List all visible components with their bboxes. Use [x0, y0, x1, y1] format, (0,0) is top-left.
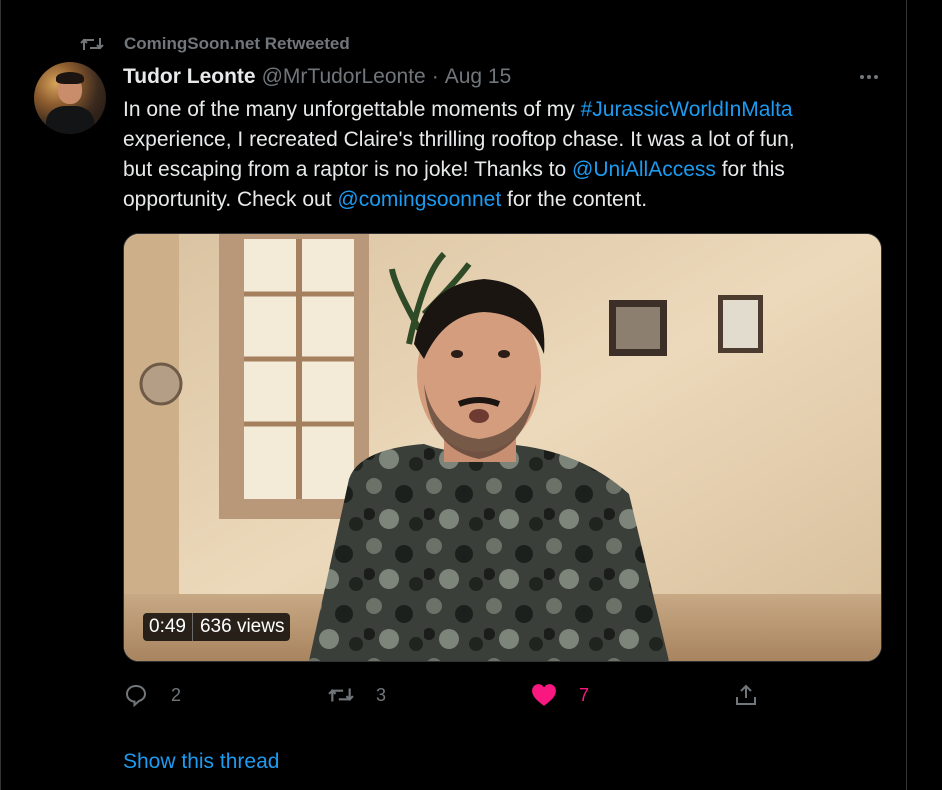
tweet-actions: 2 3 7	[123, 680, 773, 710]
retweet-button[interactable]: 3	[328, 680, 386, 710]
avatar-hair-shape	[56, 72, 84, 84]
tweet-header: Tudor Leonte @MrTudorLeonte · Aug 15	[123, 63, 511, 91]
tweet-text-segment: but escaping from a raptor is no joke! T…	[123, 158, 573, 181]
tweet-text-line: In one of the many unforgettable moments…	[123, 95, 883, 125]
tweet-text-line: experience, I recreated Claire's thrilli…	[123, 125, 883, 155]
reply-icon	[123, 682, 149, 708]
more-options-button[interactable]	[852, 64, 886, 90]
tweet-text-segment: In one of the many unforgettable moments…	[123, 98, 581, 121]
like-count: 7	[579, 684, 590, 705]
share-button[interactable]	[733, 680, 759, 710]
tweet-text-segment: for the content.	[501, 188, 648, 211]
author-handle[interactable]: @MrTudorLeonte	[262, 65, 426, 89]
header-separator: ·	[431, 65, 439, 88]
tweet-text: In one of the many unforgettable moments…	[123, 95, 883, 215]
retweet-context[interactable]: ComingSoon.net Retweeted	[80, 33, 350, 55]
heart-icon	[531, 682, 557, 708]
like-button[interactable]: 7	[531, 680, 589, 710]
video-stats-badge: 0:49 636 views	[143, 613, 291, 641]
more-dot-icon	[874, 75, 878, 79]
author-display-name[interactable]: Tudor Leonte	[123, 65, 256, 89]
more-dot-icon	[860, 75, 864, 79]
retweeted-by-label[interactable]: ComingSoon.net Retweeted	[124, 34, 350, 54]
share-icon	[733, 682, 759, 708]
hashtag-link[interactable]: #JurassicWorldInMalta	[581, 98, 793, 121]
retweet-count: 3	[376, 684, 387, 705]
avatar[interactable]	[34, 62, 106, 134]
video-player[interactable]	[123, 233, 882, 662]
mention-link[interactable]: @UniAllAccess	[572, 158, 716, 181]
video-views: 636 views	[199, 616, 285, 637]
tweet-text-segment: experience, I recreated Claire's thrilli…	[123, 128, 795, 151]
reply-button[interactable]: 2	[123, 680, 181, 710]
video-duration: 0:49	[149, 616, 186, 637]
tweet-text-segment: for this	[715, 158, 785, 181]
retweet-icon	[80, 33, 104, 55]
timeline-left-border	[0, 0, 1, 790]
show-thread-link[interactable]: Show this thread	[123, 750, 279, 774]
tweet-date[interactable]: Aug 15	[445, 65, 512, 89]
retweet-icon	[328, 682, 354, 708]
timeline-right-border	[906, 0, 907, 790]
more-dot-icon	[867, 75, 871, 79]
avatar-body-shape	[46, 106, 94, 134]
tweet-text-line: but escaping from a raptor is no joke! T…	[123, 155, 883, 185]
tweet-text-line: opportunity. Check out @comingsoonnet fo…	[123, 185, 883, 215]
tweet-text-segment: opportunity. Check out	[123, 188, 338, 211]
reply-count: 2	[171, 684, 182, 705]
video-frame	[124, 234, 881, 661]
mention-link[interactable]: @comingsoonnet	[337, 188, 501, 211]
